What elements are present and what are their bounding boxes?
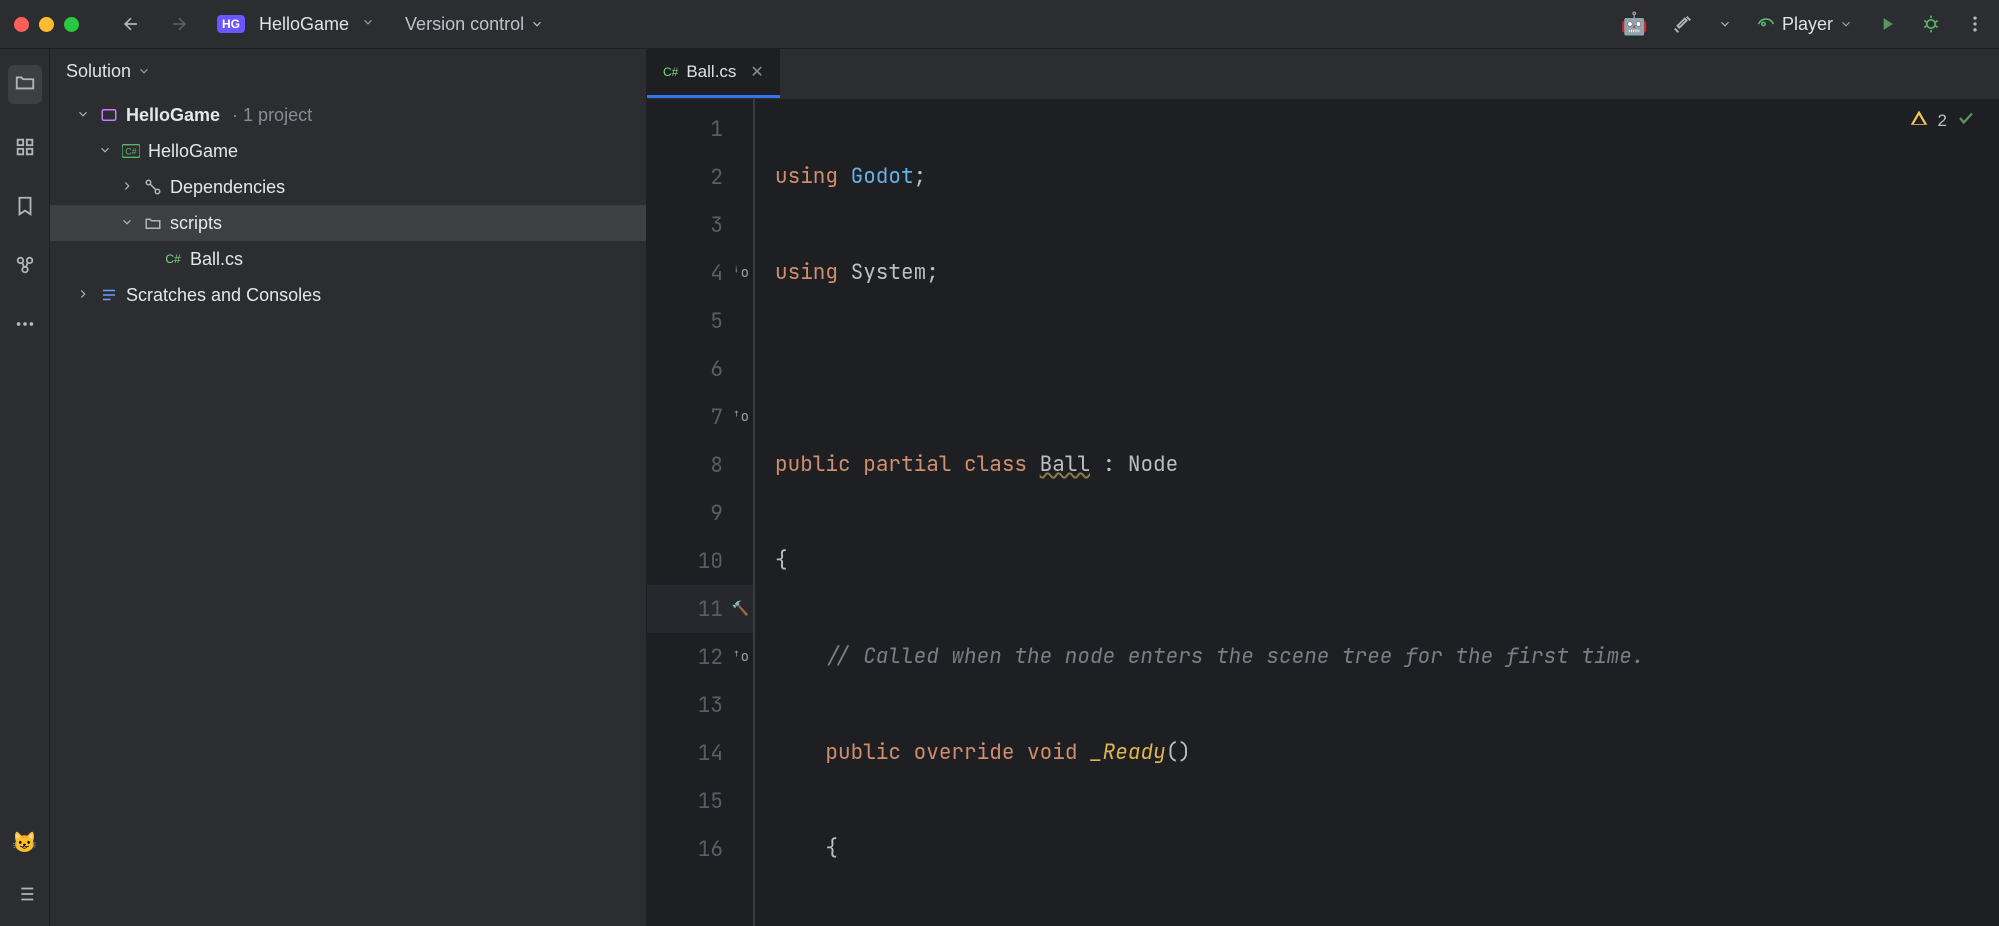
line-number: 4 (710, 260, 723, 287)
csharp-file-icon: C# (663, 65, 678, 79)
tree-root-suffix: · 1 project (232, 105, 312, 126)
tree-scratches[interactable]: Scratches and Consoles (50, 277, 646, 313)
line-number: 14 (698, 740, 723, 767)
editor-tabs: C# Ball.cs ✕ (647, 49, 1999, 99)
folder-icon (142, 214, 164, 232)
editor: C# Ball.cs ✕ 2 1 2 3 4 ꜞo (647, 49, 1999, 926)
line-number: 7 (710, 404, 723, 431)
line-number: 16 (698, 836, 723, 863)
version-control-label: Version control (405, 14, 524, 35)
line-number: 9 (710, 500, 723, 527)
close-tab-icon[interactable]: ✕ (750, 62, 763, 82)
line-number: 15 (698, 788, 723, 815)
list-tool-icon[interactable] (14, 883, 36, 910)
solution-panel-title: Solution (66, 61, 131, 82)
code-editor[interactable]: using Godot; using System; public partia… (754, 99, 1999, 926)
dependencies-icon (142, 178, 164, 196)
godot-icon[interactable]: 🤖 (1621, 11, 1648, 37)
chevron-right-icon[interactable] (118, 177, 136, 198)
minimize-window-button[interactable] (39, 17, 54, 32)
chevron-down-icon[interactable] (96, 141, 114, 162)
solution-tree: HelloGame · 1 project C# HelloGame (50, 93, 646, 317)
line-number: 5 (710, 308, 723, 335)
project-dropdown-icon[interactable] (361, 14, 375, 34)
tree-scripts-label: scripts (170, 213, 222, 234)
line-number: 3 (710, 212, 723, 239)
explorer-tool-icon[interactable] (8, 65, 42, 104)
line-number: 2 (710, 164, 723, 191)
solution-icon (98, 106, 120, 124)
chevron-down-icon[interactable] (118, 213, 136, 234)
tree-file-label: Ball.cs (190, 249, 243, 270)
line-number: 1 (710, 116, 723, 143)
tab-label: Ball.cs (686, 62, 736, 82)
chevron-down-icon[interactable] (74, 105, 92, 126)
structure-tool-icon[interactable] (14, 136, 36, 163)
line-number: 11 (698, 596, 723, 623)
bookmarks-tool-icon[interactable] (14, 195, 36, 222)
tree-scripts-folder[interactable]: scripts (50, 205, 646, 241)
version-control-menu[interactable]: Version control (405, 14, 544, 35)
gutter[interactable]: 1 2 3 4ꜞo 5 6 7ꜛo 8 9 10 11🔨 12ꜛo 13 14 … (647, 99, 753, 926)
editor-tab-ball[interactable]: C# Ball.cs ✕ (647, 49, 780, 98)
line-number: 10 (698, 548, 723, 575)
tree-scratches-label: Scratches and Consoles (126, 285, 321, 306)
titlebar: HG HelloGame Version control 🤖 Player (0, 0, 1999, 49)
godot-tool-icon[interactable]: 😺 (12, 830, 37, 855)
close-window-button[interactable] (14, 17, 29, 32)
nav-forward-button[interactable] (169, 14, 189, 34)
more-menu-icon[interactable] (1965, 14, 1985, 34)
maximize-window-button[interactable] (64, 17, 79, 32)
csharp-file-icon: C# (162, 252, 184, 266)
tree-project[interactable]: C# HelloGame (50, 133, 646, 169)
csharp-project-icon: C# (120, 144, 142, 158)
tree-dependencies-label: Dependencies (170, 177, 285, 198)
solution-panel-header[interactable]: Solution (50, 49, 646, 93)
more-run-dropdown-icon[interactable] (1718, 17, 1732, 31)
chevron-down-icon (137, 64, 151, 78)
tree-root-label: HelloGame (126, 105, 220, 126)
project-name[interactable]: HelloGame (259, 14, 349, 35)
tree-root[interactable]: HelloGame · 1 project (50, 97, 646, 133)
line-number: 8 (710, 452, 723, 479)
scratches-icon (98, 286, 120, 304)
debug-button[interactable] (1921, 14, 1941, 34)
solution-panel: Solution HelloGame · 1 project (50, 49, 647, 926)
inspection-widget[interactable]: 2 (1910, 109, 1975, 132)
nav-back-button[interactable] (121, 14, 141, 34)
line-number: 12 (698, 644, 723, 671)
warning-count: 2 (1938, 111, 1947, 131)
run-config-label: Player (1782, 14, 1833, 35)
build-icon[interactable] (1672, 13, 1694, 35)
line-number: 6 (710, 356, 723, 383)
ok-check-icon (1957, 109, 1975, 132)
window-controls (14, 17, 79, 32)
left-toolbar: 😺 (0, 49, 50, 926)
override-gutter-icon[interactable]: ꜛo (732, 408, 749, 426)
run-button[interactable] (1877, 14, 1897, 34)
run-config-selector[interactable]: Player (1756, 14, 1853, 35)
tree-project-label: HelloGame (148, 141, 238, 162)
tree-file-ball[interactable]: C# Ball.cs (50, 241, 646, 277)
implements-gutter-icon[interactable]: ꜞo (732, 264, 749, 282)
warning-icon (1910, 109, 1928, 132)
tree-dependencies[interactable]: Dependencies (50, 169, 646, 205)
line-number: 13 (698, 692, 723, 719)
more-tools-icon[interactable] (14, 313, 36, 333)
chevron-right-icon[interactable] (74, 285, 92, 306)
hammer-gutter-icon[interactable]: 🔨 (732, 600, 749, 618)
override-gutter-icon[interactable]: ꜛo (732, 648, 749, 666)
project-badge: HG (217, 15, 245, 33)
svg-text:C#: C# (125, 147, 137, 157)
unit-tests-tool-icon[interactable] (14, 254, 36, 281)
